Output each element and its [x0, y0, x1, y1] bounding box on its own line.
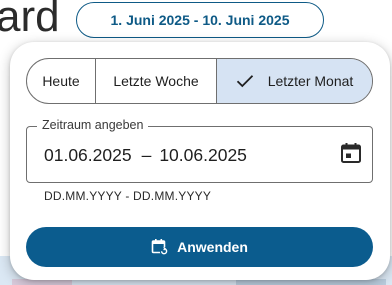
preset-today-label: Heute [42, 73, 80, 89]
date-range-value[interactable]: 01.06.2025–10.06.2025 [44, 145, 247, 166]
start-date-value[interactable]: 01.06.2025 [44, 145, 132, 165]
date-format-hint: DD.MM.YYYY - DD.MM.YYYY [44, 189, 212, 203]
preset-today-button[interactable]: Heute [27, 59, 95, 103]
date-range-field-label: Zeitraum angeben [37, 118, 149, 132]
date-range-popover: Heute Letzte Woche Letzter Monat Zeitrau… [10, 42, 390, 280]
preset-last-month-label: Letzter Monat [267, 73, 354, 89]
preset-last-week-button[interactable]: Letzte Woche [95, 59, 216, 103]
date-range-field[interactable]: Zeitraum angeben 01.06.2025–10.06.2025 [26, 118, 373, 183]
calendar-icon[interactable] [339, 141, 363, 165]
check-icon [236, 75, 253, 88]
range-separator: – [141, 145, 152, 165]
page-title-fragment: ard [0, 0, 60, 41]
preset-segmented-control: Heute Letzte Woche Letzter Monat [26, 58, 373, 104]
end-date-value[interactable]: 10.06.2025 [159, 145, 247, 165]
preset-last-week-label: Letzte Woche [113, 73, 199, 89]
apply-button-label: Anwenden [177, 239, 248, 255]
date-range-chip[interactable]: 1. Juni 2025 - 10. Juni 2025 [76, 2, 324, 38]
preset-last-month-button[interactable]: Letzter Monat [216, 59, 372, 103]
apply-button[interactable]: Anwenden [26, 227, 373, 267]
calendar-refresh-icon [151, 239, 169, 256]
